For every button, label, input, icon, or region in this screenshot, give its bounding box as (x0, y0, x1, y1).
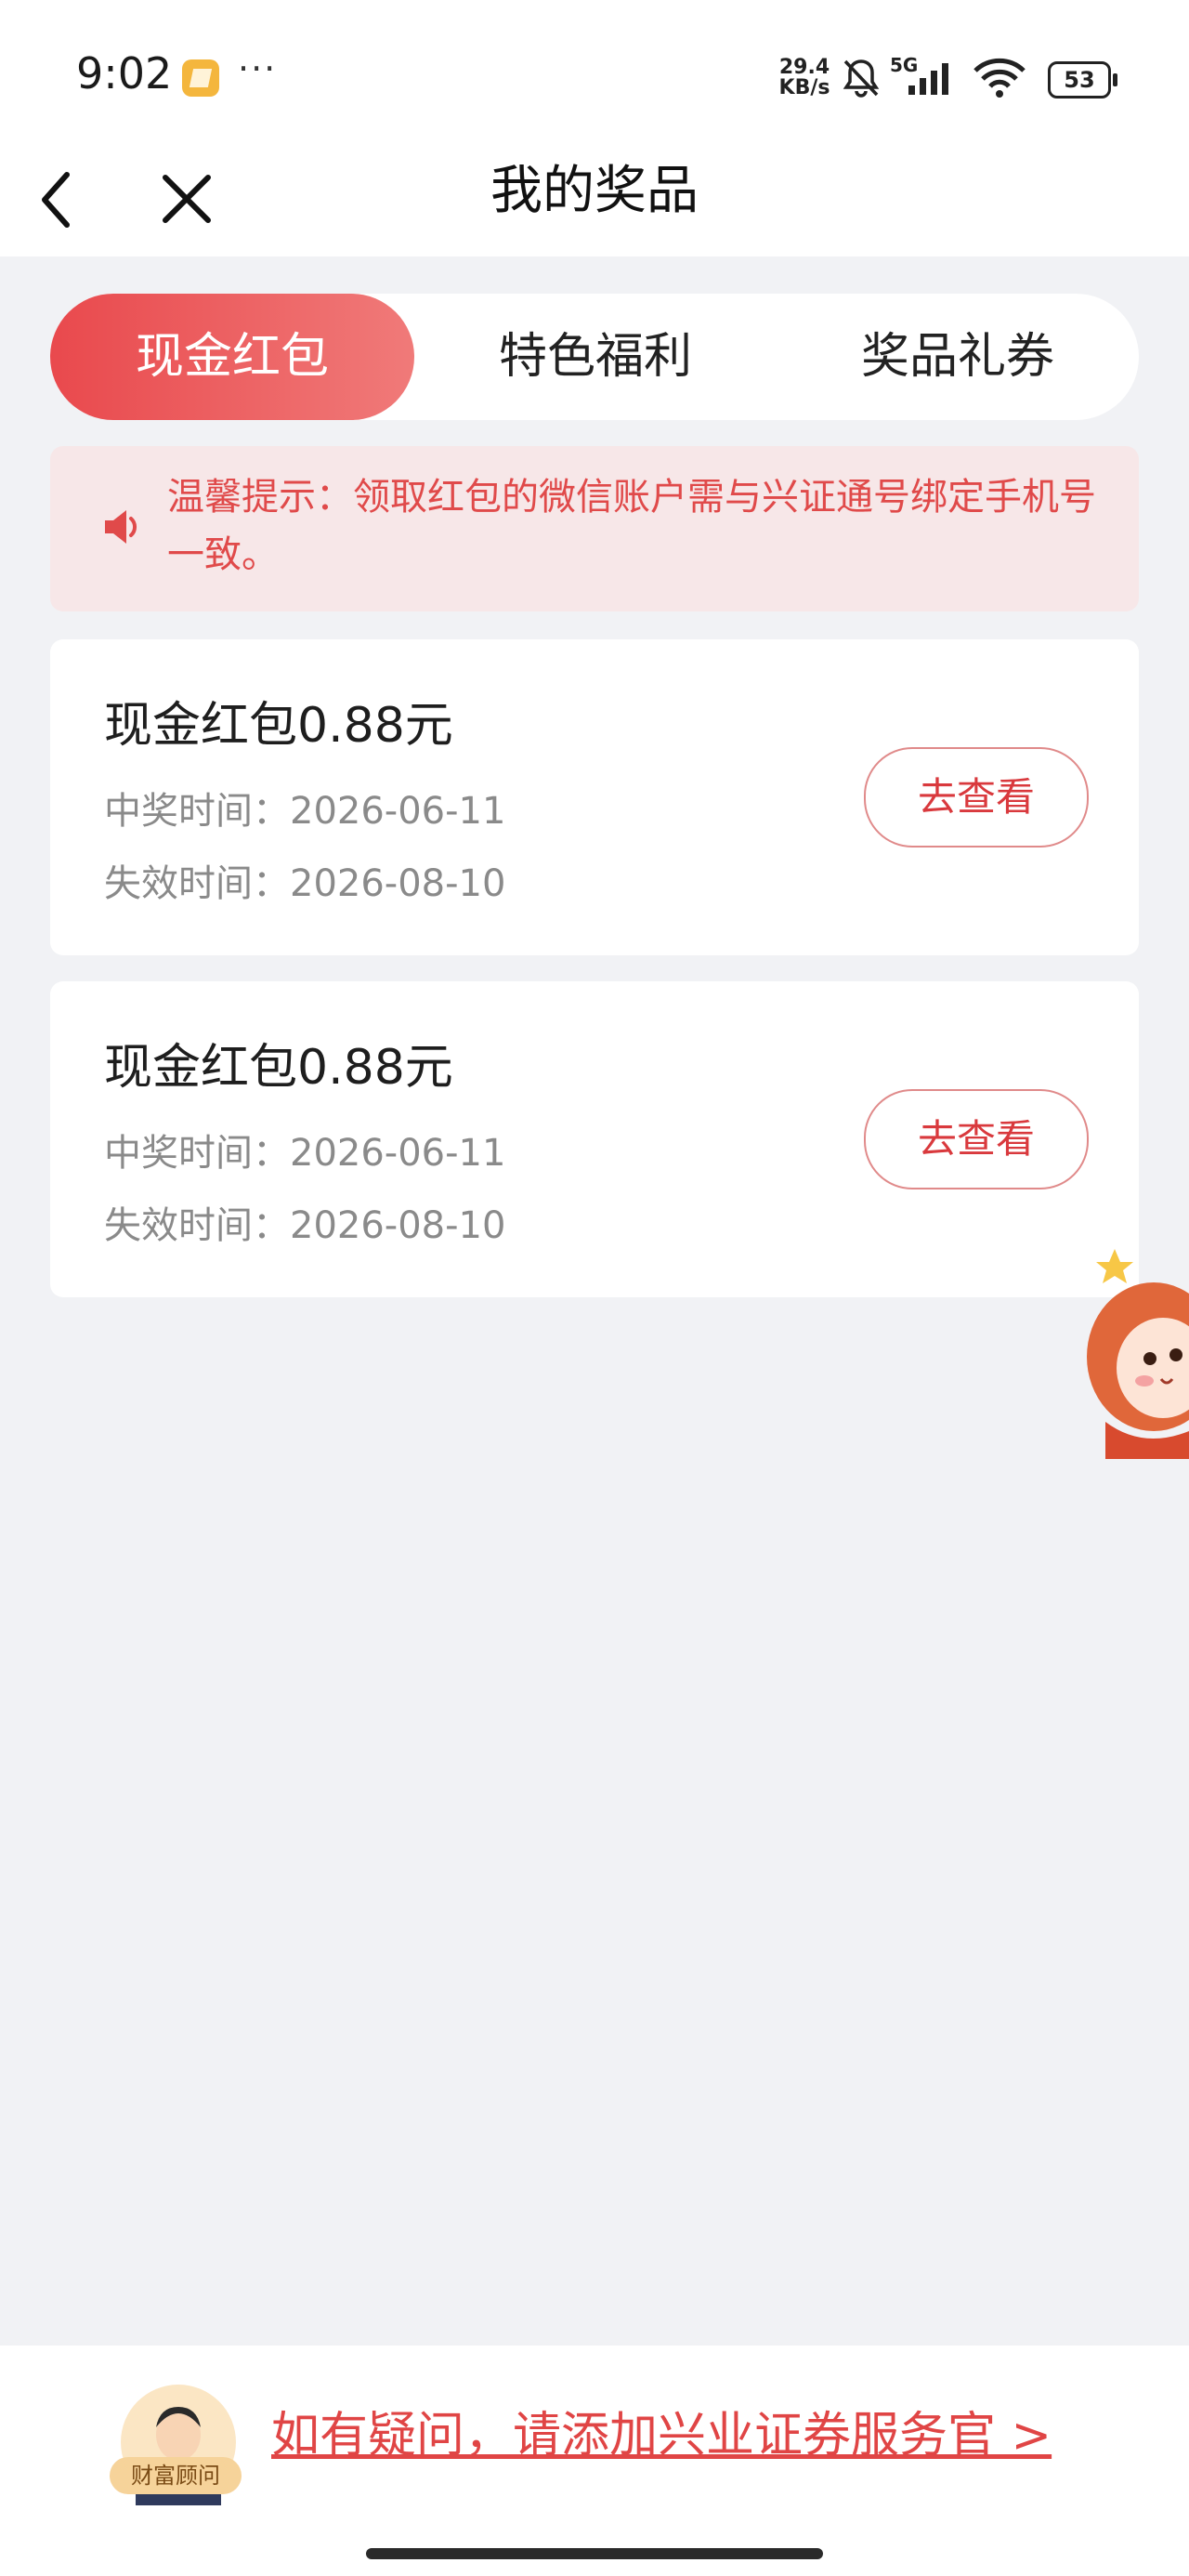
speaker-icon (105, 510, 137, 544)
network-speed-value: 29.4 (778, 56, 830, 79)
bell-muted-icon (843, 59, 880, 98)
prize-expire-time: 失效时间：2026-08-10 (104, 1204, 506, 1247)
prize-title: 现金红包0.88元 (104, 698, 453, 754)
prize-win-time: 中奖时间：2026-06-11 (104, 790, 506, 833)
notification-app-icon (182, 59, 219, 97)
status-bar: 9:02 ··· 29.4 KB/s 5G 53 (0, 0, 1189, 149)
status-time: 9:02 (76, 48, 173, 99)
tab-prize-coupons[interactable]: 奖品礼券 (777, 294, 1139, 420)
prize-expire-time: 失效时间：2026-08-10 (104, 862, 506, 905)
nav-bar: 我的奖品 (0, 149, 1189, 256)
prize-card: 现金红包0.88元 中奖时间：2026-06-11 失效时间：2026-08-1… (50, 981, 1139, 1297)
signal-icon (908, 63, 948, 95)
battery-level: 53 (1064, 67, 1095, 93)
tab-special-benefits[interactable]: 特色福利 (414, 294, 777, 420)
view-prize-button[interactable]: 去查看 (864, 747, 1089, 848)
prize-tabs: 现金红包 特色福利 奖品礼券 (50, 294, 1139, 420)
view-prize-button[interactable]: 去查看 (864, 1089, 1089, 1189)
prize-win-time: 中奖时间：2026-06-11 (104, 1132, 506, 1175)
notice-text: 温馨提示：领取红包的微信账户需与兴证通号绑定手机号一致。 (167, 476, 1096, 576)
footer: 财富顾问 如有疑问，请添加兴业证券服务官 > (0, 2346, 1189, 2576)
advisor-badge: 财富顾问 (110, 2457, 242, 2494)
mascot-float-icon[interactable] (1078, 1245, 1189, 1468)
prize-title: 现金红包0.88元 (104, 1040, 453, 1096)
wifi-icon (973, 58, 1026, 98)
page-title: 我的奖品 (490, 161, 699, 221)
home-indicator[interactable] (366, 2548, 823, 2559)
tab-cash-red-packet[interactable]: 现金红包 (50, 294, 414, 420)
contact-service-link[interactable]: 如有疑问，请添加兴业证券服务官 > (271, 2396, 1052, 2465)
more-notifications-icon: ··· (238, 48, 278, 89)
network-speed-unit: KB/s (778, 76, 830, 99)
battery-icon: 53 (1048, 61, 1117, 99)
prize-card: 现金红包0.88元 中奖时间：2026-06-11 失效时间：2026-08-1… (50, 639, 1139, 955)
network-speed: 29.4 KB/s (777, 58, 832, 99)
notice-banner: 温馨提示：领取红包的微信账户需与兴证通号绑定手机号一致。 (50, 446, 1139, 611)
